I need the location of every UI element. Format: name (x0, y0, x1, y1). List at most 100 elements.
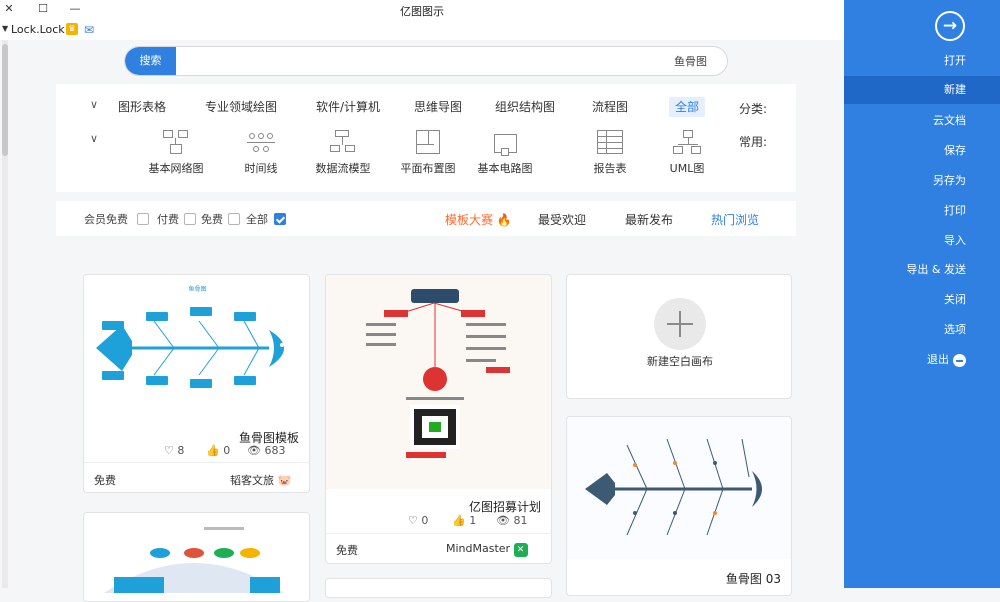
sidebar-item-import[interactable]: 导入 (844, 227, 1000, 255)
tab-professional[interactable]: 专业领域绘图 (199, 97, 283, 117)
circuit-icon (491, 130, 519, 156)
common-network[interactable]: 基本网络图 (141, 130, 211, 176)
mindmap-graphic (366, 289, 510, 458)
fish-box (146, 312, 168, 321)
author-name[interactable]: MindMaster ✕ (446, 542, 528, 557)
checkbox-all[interactable] (274, 213, 286, 225)
tab-flowchart[interactable]: 流程图 (586, 97, 634, 117)
username[interactable]: Lock.Lock (11, 23, 65, 36)
template-card-partial[interactable] (83, 512, 310, 602)
new-blank-canvas-label: 新建空白画布 (647, 355, 713, 368)
filter-label-all: 全部 (246, 213, 268, 226)
title-bar: 亿图图示 ✕ ☐ — (0, 0, 844, 20)
report-table-icon (596, 130, 624, 156)
common-label-report: 报告表 (593, 162, 627, 175)
common-dataflow[interactable]: 数据流模型 (308, 130, 378, 176)
chevron-down-icon[interactable]: ▼ (2, 24, 8, 33)
heart-icon: ♡ (408, 514, 418, 527)
search-bar: 搜索 (124, 46, 728, 76)
close-button[interactable]: ✕ (0, 1, 18, 17)
sidebar-item-cloud[interactable]: 云文档 (844, 107, 1000, 135)
author-name[interactable]: 韬客文旅 🐷 (230, 472, 291, 488)
eye-icon: 👁 (496, 514, 510, 527)
template-card-fishbone-03[interactable]: 鱼骨图 03 (566, 416, 792, 596)
common-label-floorplan: 平面布置图 (400, 162, 456, 175)
tab-popular[interactable]: 最受欢迎 (538, 211, 586, 228)
sidebar-item-save-as[interactable]: 另存为 (844, 167, 1000, 195)
template-thumbnail (567, 417, 791, 559)
common-report[interactable]: 报告表 (575, 130, 645, 176)
sidebar-item-open[interactable]: 打开 (844, 47, 1000, 75)
arrow-right-circle-icon[interactable]: → (935, 11, 965, 41)
tab-contest-label: 模板大赛 (445, 213, 494, 227)
sidebar-item-label: 导出 & 发送 (906, 263, 966, 276)
checkbox-paid[interactable] (184, 213, 196, 225)
category-panel: ∨ 图形表格 专业领域绘图 软件/计算机 思维导图 组织结构图 流程图 全部 分… (56, 84, 796, 192)
backstage-sidebar: → 打开 新建 云文档 保存 另存为 打印 导入 导出 & 发送 关闭 选项 退… (844, 0, 1000, 588)
floorplan-icon (414, 130, 442, 156)
sidebar-item-label: 导入 (944, 234, 966, 247)
sidebar-item-options[interactable]: 选项 (844, 316, 1000, 344)
sidebar-item-label: 打开 (944, 54, 966, 67)
timeline-icon (247, 130, 275, 156)
sidebar-item-label: 另存为 (933, 174, 966, 187)
common-label-circuit: 基本电路图 (477, 162, 533, 175)
view-count: 👁 683 (247, 444, 285, 457)
common-circuit[interactable]: 基本电路图 (470, 130, 540, 176)
sidebar-item-label: 云文档 (933, 114, 966, 127)
new-blank-canvas-card[interactable]: 新建空白画布 (566, 274, 792, 399)
common-uml[interactable]: UML图 (652, 130, 722, 176)
search-input[interactable] (181, 47, 721, 75)
eye-icon: 👁 (247, 444, 261, 457)
filter-bar: 会员免费 付费 免费 全部 模板大赛 🔥 最受欢迎 最新发布 热门浏览 (56, 201, 796, 236)
sidebar-item-label: 关闭 (944, 293, 966, 306)
sidebar-item-print[interactable]: 打印 (844, 197, 1000, 225)
price-label: 免费 (336, 544, 358, 557)
tab-contest[interactable]: 模板大赛 🔥 (445, 211, 512, 228)
fish-box (102, 371, 124, 380)
maximize-button[interactable]: ☐ (34, 1, 52, 17)
checkbox-free[interactable] (228, 213, 240, 225)
common-floorplan[interactable]: 平面布置图 (393, 130, 463, 176)
template-card-fishbone[interactable]: 鱼骨图 鱼骨图模板 ♡ 8 👍 0 👁 683 免费 韬客文旅 🐷 (83, 274, 310, 493)
sidebar-item-new[interactable]: 新建 (844, 76, 1000, 104)
tab-all[interactable]: 全部 (669, 97, 706, 117)
template-card-mindmap[interactable]: 亿图招募计划 ♡ 0 👍 1 👁 81 免费 MindMaster ✕ (325, 274, 552, 564)
tab-software[interactable]: 软件/计算机 (310, 97, 386, 117)
sidebar-item-label: 退出 (927, 353, 949, 366)
chevron-down-icon[interactable]: ∨ (90, 132, 98, 145)
sidebar-item-export[interactable]: 导出 & 发送 (844, 256, 1000, 284)
template-thumbnail (84, 513, 309, 601)
fav-value: 0 (421, 514, 429, 527)
filter-label-free: 免费 (201, 213, 223, 226)
price-label: 免费 (94, 474, 116, 487)
fish-box (234, 376, 256, 385)
like-count: 👍 0 (206, 444, 230, 457)
filter-label-member: 会员免费 (84, 213, 128, 226)
scrollbar[interactable] (2, 40, 8, 588)
common-label-dataflow: 数据流模型 (315, 162, 371, 175)
sidebar-item-label: 新建 (944, 83, 966, 96)
like-count: 👍 1 (452, 514, 476, 527)
template-card-partial[interactable] (325, 578, 552, 598)
card-title: 亿图招募计划 (468, 500, 541, 514)
tab-org-chart[interactable]: 组织结构图 (489, 97, 561, 117)
sidebar-item-save[interactable]: 保存 (844, 137, 1000, 165)
sidebar-item-exit[interactable]: 退出 (844, 346, 1000, 374)
search-button[interactable]: 搜索 (125, 47, 176, 75)
message-icon[interactable]: ✉ (84, 23, 94, 37)
chevron-down-icon[interactable]: ∨ (90, 98, 98, 111)
thumbs-up-icon: 👍 (206, 444, 220, 457)
minimize-button[interactable]: — (66, 1, 84, 17)
category-label: 分类: (739, 102, 768, 116)
tab-mindmap[interactable]: 思维导图 (408, 97, 468, 117)
scrollbar-thumb[interactable] (2, 44, 8, 156)
tab-hot[interactable]: 热门浏览 (711, 211, 759, 228)
like-value: 1 (469, 514, 477, 527)
tab-latest[interactable]: 最新发布 (625, 211, 673, 228)
sidebar-item-close[interactable]: 关闭 (844, 286, 1000, 314)
common-timeline[interactable]: 时间线 (226, 130, 296, 176)
checkbox-member-free[interactable] (137, 213, 149, 225)
fish-box (102, 321, 124, 330)
tab-charts-tables[interactable]: 图形表格 (112, 97, 172, 117)
